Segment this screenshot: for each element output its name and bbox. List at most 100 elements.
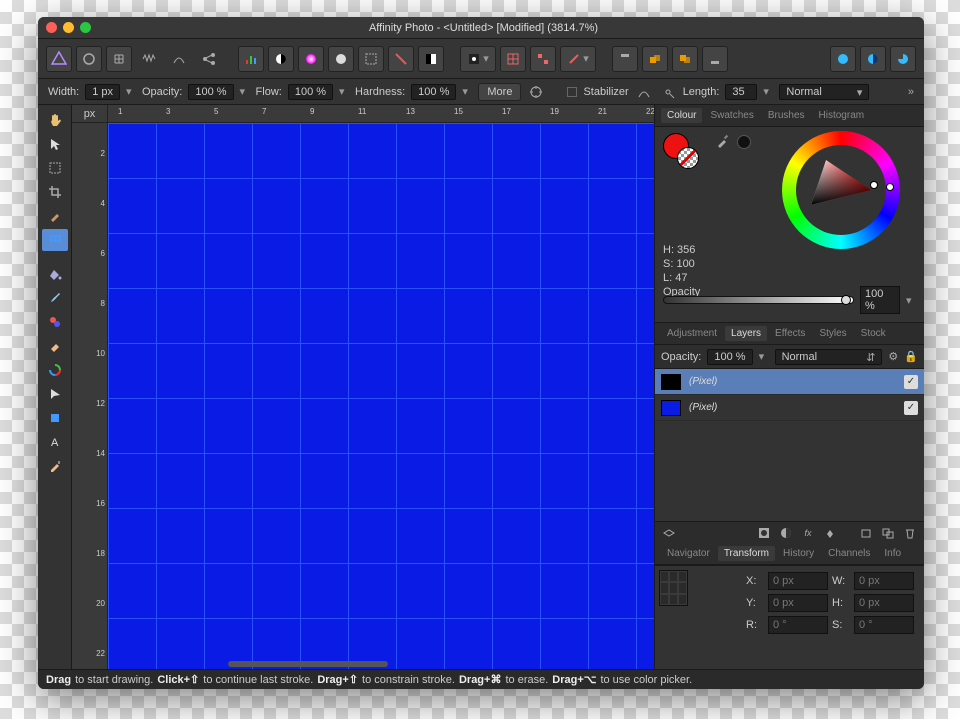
overflow-icon[interactable]: »: [908, 86, 914, 98]
tab-styles[interactable]: Styles: [813, 326, 852, 341]
adjustment-icon[interactable]: [778, 525, 794, 541]
app-logo-button[interactable]: [46, 46, 72, 72]
hardness-value[interactable]: 100 %: [411, 84, 456, 100]
erase-tool[interactable]: [42, 335, 68, 357]
chevron-down-icon[interactable]: ▾: [763, 85, 773, 98]
crop-layer-icon[interactable]: [822, 525, 838, 541]
move-forward-button[interactable]: [672, 46, 698, 72]
document[interactable]: [108, 123, 654, 669]
tab-history[interactable]: History: [777, 546, 820, 561]
force-pixel-button[interactable]: ▾: [560, 46, 596, 72]
width-value[interactable]: 1 px: [85, 84, 120, 100]
brush-tool[interactable]: [42, 287, 68, 309]
selection-brush-tool[interactable]: [42, 205, 68, 227]
delete-layer-icon[interactable]: [902, 525, 918, 541]
layer-visible-checkbox[interactable]: ✓: [904, 401, 918, 415]
layer-row[interactable]: (Pixel)✓: [655, 395, 924, 421]
persona-photo-button[interactable]: [76, 46, 102, 72]
targeting-icon[interactable]: [527, 83, 545, 101]
opacity-value[interactable]: 100 %: [188, 84, 233, 100]
tab-swatches[interactable]: Swatches: [704, 108, 759, 123]
hand-tool[interactable]: [42, 109, 68, 131]
tab-adjustment[interactable]: Adjustment: [661, 326, 723, 341]
r-input[interactable]: 0 °: [768, 616, 828, 634]
persona-develop-button[interactable]: [136, 46, 162, 72]
selection-deselect-button[interactable]: [388, 46, 414, 72]
layer-row[interactable]: (Pixel)✓: [655, 369, 924, 395]
chevron-down-icon[interactable]: ▾: [462, 85, 472, 98]
tab-colour[interactable]: Colour: [661, 108, 702, 123]
add-layer-icon[interactable]: [858, 525, 874, 541]
background-swatch[interactable]: [677, 147, 699, 169]
tab-effects[interactable]: Effects: [769, 326, 811, 341]
selection-invert-button[interactable]: [418, 46, 444, 72]
layer-blend-select[interactable]: Normal⇵: [775, 349, 883, 365]
layer-group-icon[interactable]: [661, 525, 677, 541]
clone-tool[interactable]: [42, 311, 68, 333]
sl-indicator[interactable]: [870, 181, 878, 189]
persona-liquify-button[interactable]: [106, 46, 132, 72]
add-pixel-layer-icon[interactable]: [880, 525, 896, 541]
stabilizer-mode-a-icon[interactable]: [635, 83, 653, 101]
opacity-slider[interactable]: [663, 296, 854, 304]
stabilizer-checkbox[interactable]: [567, 87, 577, 97]
current-sample-swatch[interactable]: [737, 135, 751, 149]
h-input[interactable]: 0 px: [854, 594, 914, 612]
w-input[interactable]: 0 px: [854, 572, 914, 590]
close-button[interactable]: [46, 22, 57, 33]
mask-icon[interactable]: [756, 525, 772, 541]
tab-channels[interactable]: Channels: [822, 546, 876, 561]
studio-layers-button[interactable]: [860, 46, 886, 72]
selection-all-button[interactable]: [358, 46, 384, 72]
smudge-tool[interactable]: [42, 359, 68, 381]
persona-export-button[interactable]: [196, 46, 222, 72]
color-picker-tool[interactable]: [42, 455, 68, 477]
lock-icon[interactable]: 🔒: [904, 350, 918, 363]
tab-histogram[interactable]: Histogram: [813, 108, 871, 123]
snapping-button[interactable]: [530, 46, 556, 72]
marquee-tool[interactable]: [42, 157, 68, 179]
chevron-down-icon[interactable]: ▾: [759, 350, 769, 363]
pen-tool[interactable]: [42, 383, 68, 405]
persona-tone-button[interactable]: [166, 46, 192, 72]
tab-navigator[interactable]: Navigator: [661, 546, 716, 561]
length-value[interactable]: 35: [725, 84, 757, 100]
opacity-value[interactable]: 100 %: [860, 286, 900, 314]
chevron-down-icon[interactable]: ▾: [339, 85, 349, 98]
shape-tool[interactable]: [42, 407, 68, 429]
crop-tool[interactable]: [42, 181, 68, 203]
hue-indicator[interactable]: [886, 183, 894, 191]
layer-visible-checkbox[interactable]: ✓: [904, 375, 918, 389]
chevron-down-icon[interactable]: ▾: [240, 85, 250, 98]
auto-colors-button[interactable]: [298, 46, 324, 72]
auto-levels-button[interactable]: [238, 46, 264, 72]
y-input[interactable]: 0 px: [768, 594, 828, 612]
text-tool[interactable]: A: [42, 431, 68, 453]
minimize-button[interactable]: [63, 22, 74, 33]
arrange-button[interactable]: [642, 46, 668, 72]
tab-layers[interactable]: Layers: [725, 326, 767, 341]
stabilizer-mode-b-icon[interactable]: [659, 83, 677, 101]
canvas[interactable]: [108, 123, 654, 669]
move-to-back-button[interactable]: [702, 46, 728, 72]
tab-transform[interactable]: Transform: [718, 546, 775, 561]
studio-effects-button[interactable]: [890, 46, 916, 72]
tab-brushes[interactable]: Brushes: [762, 108, 811, 123]
layer-opacity-value[interactable]: 100 %: [707, 349, 752, 365]
tab-info[interactable]: Info: [878, 546, 907, 561]
quick-mask-button[interactable]: ▾: [460, 46, 496, 72]
chevron-down-icon[interactable]: ▾: [126, 85, 136, 98]
move-to-front-button[interactable]: [612, 46, 638, 72]
chevron-down-icon[interactable]: ▾: [906, 294, 916, 307]
studio-color-button[interactable]: [830, 46, 856, 72]
flow-value[interactable]: 100 %: [288, 84, 333, 100]
horizontal-scrollbar[interactable]: [228, 661, 388, 667]
blend-mode-select[interactable]: Normal▾: [779, 84, 869, 100]
move-tool[interactable]: [42, 133, 68, 155]
fx-icon[interactable]: fx: [800, 525, 816, 541]
color-wheel[interactable]: [782, 131, 900, 249]
paint-brush-tool[interactable]: [42, 229, 68, 251]
auto-white-balance-button[interactable]: [328, 46, 354, 72]
zoom-button[interactable]: [80, 22, 91, 33]
x-input[interactable]: 0 px: [768, 572, 828, 590]
